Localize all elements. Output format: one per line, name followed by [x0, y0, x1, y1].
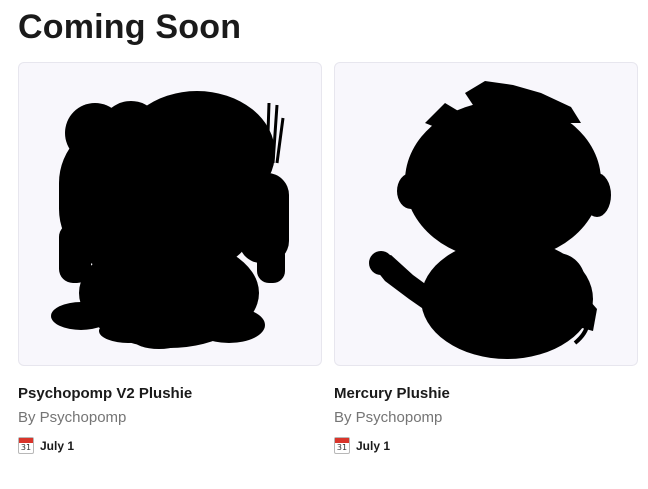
product-card[interactable]: Mercury Plushie By Psychopomp 31 July 1 [334, 62, 638, 454]
release-date-text: July 1 [40, 438, 75, 453]
product-author[interactable]: By Psychopomp [334, 409, 442, 426]
product-author[interactable]: By Psychopomp [18, 409, 126, 426]
product-thumbnail[interactable] [18, 62, 322, 366]
plushie-silhouette-icon [51, 91, 289, 349]
calendar-icon: 31 [18, 437, 34, 454]
product-name[interactable]: Psychopomp V2 Plushie [18, 385, 192, 402]
plushie-silhouette-icon [369, 81, 611, 359]
product-name[interactable]: Mercury Plushie [334, 385, 450, 402]
product-card[interactable]: Psychopomp V2 Plushie By Psychopomp 31 J… [18, 62, 322, 454]
release-date: 31 July 1 [334, 437, 390, 454]
section-title: Coming Soon [18, 8, 242, 46]
product-thumbnail[interactable] [334, 62, 638, 366]
calendar-icon: 31 [334, 437, 350, 454]
release-date: 31 July 1 [18, 437, 74, 454]
release-date-text: July 1 [356, 438, 391, 453]
